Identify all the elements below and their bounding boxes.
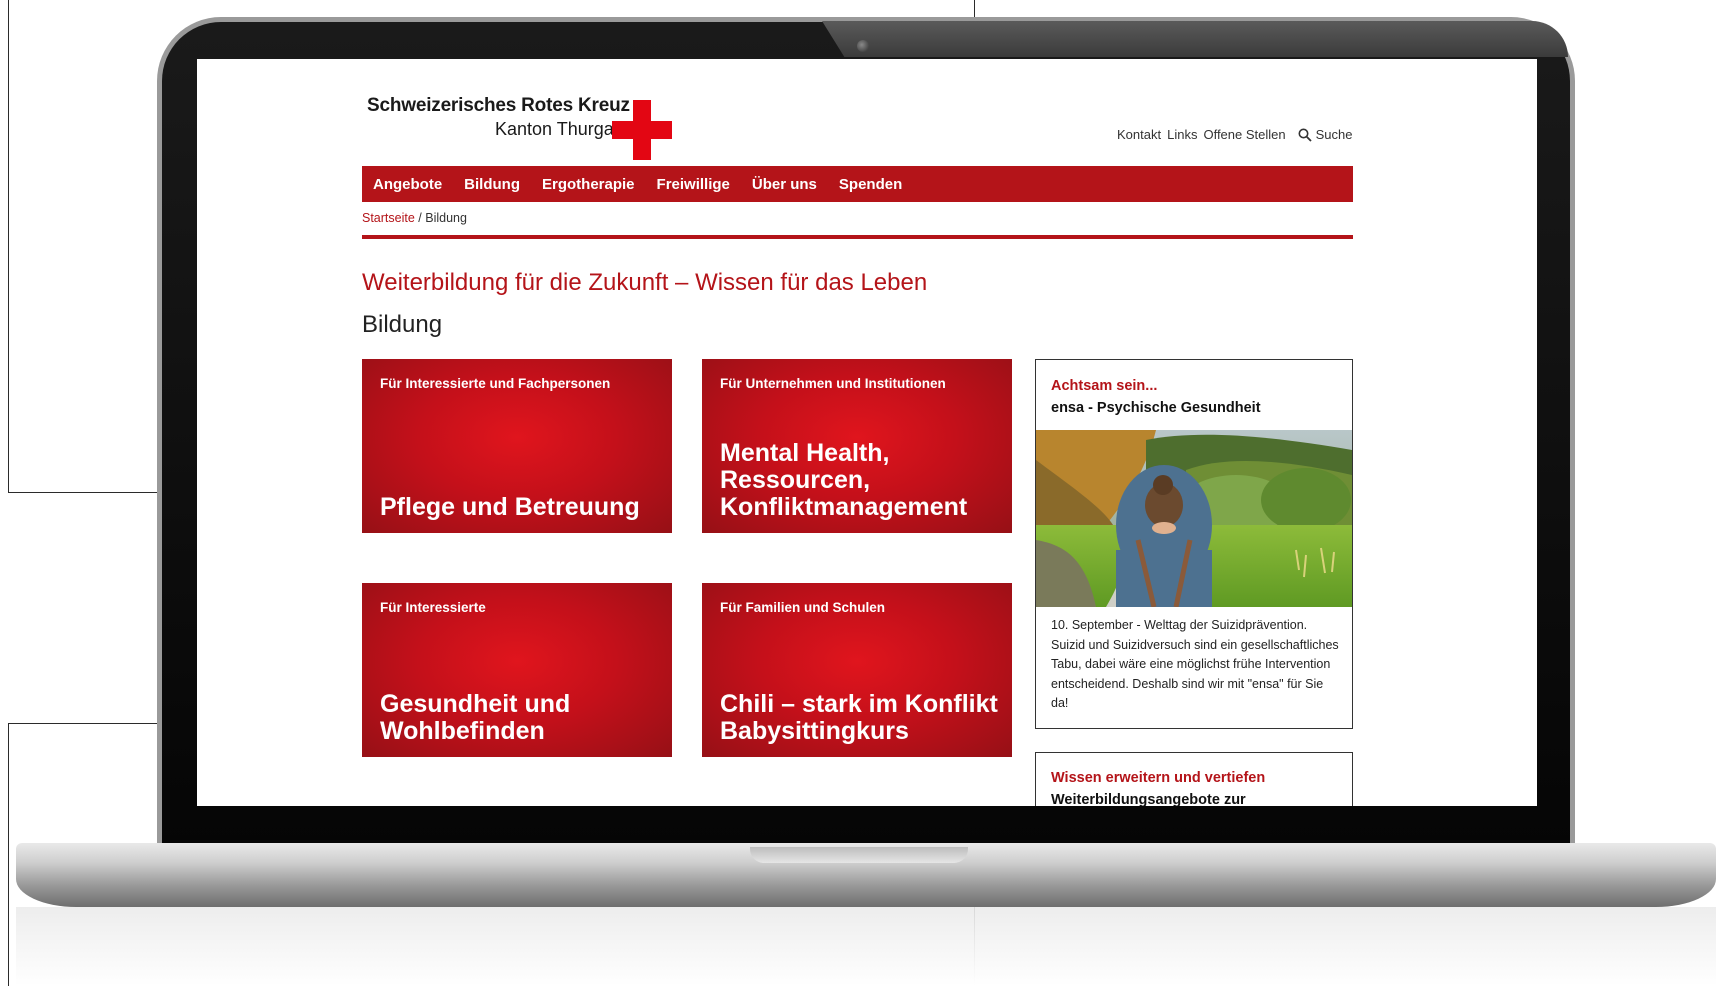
guide-line [8,723,9,986]
card-kicker: Achtsam sein... [1051,378,1158,394]
search-button[interactable]: Suche [1298,127,1353,142]
card-title: Weiterbildungsangebote zur [1051,792,1246,806]
tile-kicker: Für Familien und Schulen [720,600,886,615]
tile-kicker: Für Interessierte und Fachpersonen [380,376,611,391]
breadcrumb-divider [362,235,1353,239]
nav-item-freiwillige[interactable]: Freiwillige [657,176,730,193]
nav-item-ergotherapie[interactable]: Ergotherapie [542,176,635,193]
logo-subtitle: Kanton Thurgau [495,119,624,139]
guide-line [8,0,9,493]
tile-pflege-betreuung[interactable]: Für Interessierte und Fachpersonen Pfleg… [362,359,672,533]
page-title: Bildung [362,311,443,338]
meta-link-jobs[interactable]: Offene Stellen [1203,127,1285,142]
nav-item-spenden[interactable]: Spenden [839,176,902,193]
tile-mental-health[interactable]: Für Unternehmen und Institutionen Mental… [702,359,1012,533]
sidebar-card-ensa[interactable]: Achtsam sein... ensa - Psychische Gesund… [1035,359,1353,729]
page-headline: Weiterbildung für die Zukunft – Wissen f… [362,269,928,296]
breadcrumb: Startseite / Bildung [362,211,467,225]
tile-title: Chili – stark im Konflikt Babysittingkur… [720,690,998,745]
card-description: 10. September - Welttag der Suizidpräven… [1051,618,1339,710]
camera-icon [857,40,869,52]
lid-reflection [822,21,1568,57]
laptop-reflection [16,907,1716,986]
red-cross-icon [612,100,672,160]
card-image-woman-in-meadow [1036,430,1352,607]
tile-kicker: Für Unternehmen und Institutionen [720,376,946,391]
tile-title: Mental Health, Ressourcen, Konfliktmanag… [720,439,968,521]
site-logo[interactable]: Schweizerisches Rotes Kreuz Kanton Thurg… [367,79,687,160]
meta-navigation: Kontakt Links Offene Stellen Suche [1117,127,1352,142]
card-title: ensa - Psychische Gesundheit [1051,400,1261,416]
card-kicker: Wissen erweitern und vertiefen [1051,770,1266,786]
logo-title: Schweizerisches Rotes Kreuz [367,95,630,116]
tile-gesundheit-wohlbefinden[interactable]: Für Interessierte Gesundheit und Wohlbef… [362,583,672,757]
laptop-opening-notch [750,847,968,863]
tile-kicker: Für Interessierte [380,600,486,615]
meta-link-contact[interactable]: Kontakt [1117,127,1161,142]
search-icon [1298,128,1312,142]
meta-link-links[interactable]: Links [1167,127,1197,142]
search-label: Suche [1315,127,1353,142]
nav-item-ueber-uns[interactable]: Über uns [752,176,817,193]
breadcrumb-separator: / [414,211,426,225]
breadcrumb-home-link[interactable]: Startseite [362,211,415,225]
tile-title: Gesundheit und Wohlbefinden [380,690,571,745]
nav-item-bildung[interactable]: Bildung [464,176,520,193]
sidebar-card-weiterbildung[interactable]: Wissen erweitern und vertiefen Weiterbil… [1035,752,1353,806]
browser-screen: Schweizerisches Rotes Kreuz Kanton Thurg… [197,59,1537,806]
main-navigation: Angebote Bildung Ergotherapie Freiwillig… [362,166,1353,202]
breadcrumb-current: Bildung [425,211,467,225]
tile-chili-babysitting[interactable]: Für Familien und Schulen Chili – stark i… [702,583,1012,757]
tile-title: Pflege und Betreuung [380,493,640,521]
nav-item-angebote[interactable]: Angebote [373,176,442,193]
